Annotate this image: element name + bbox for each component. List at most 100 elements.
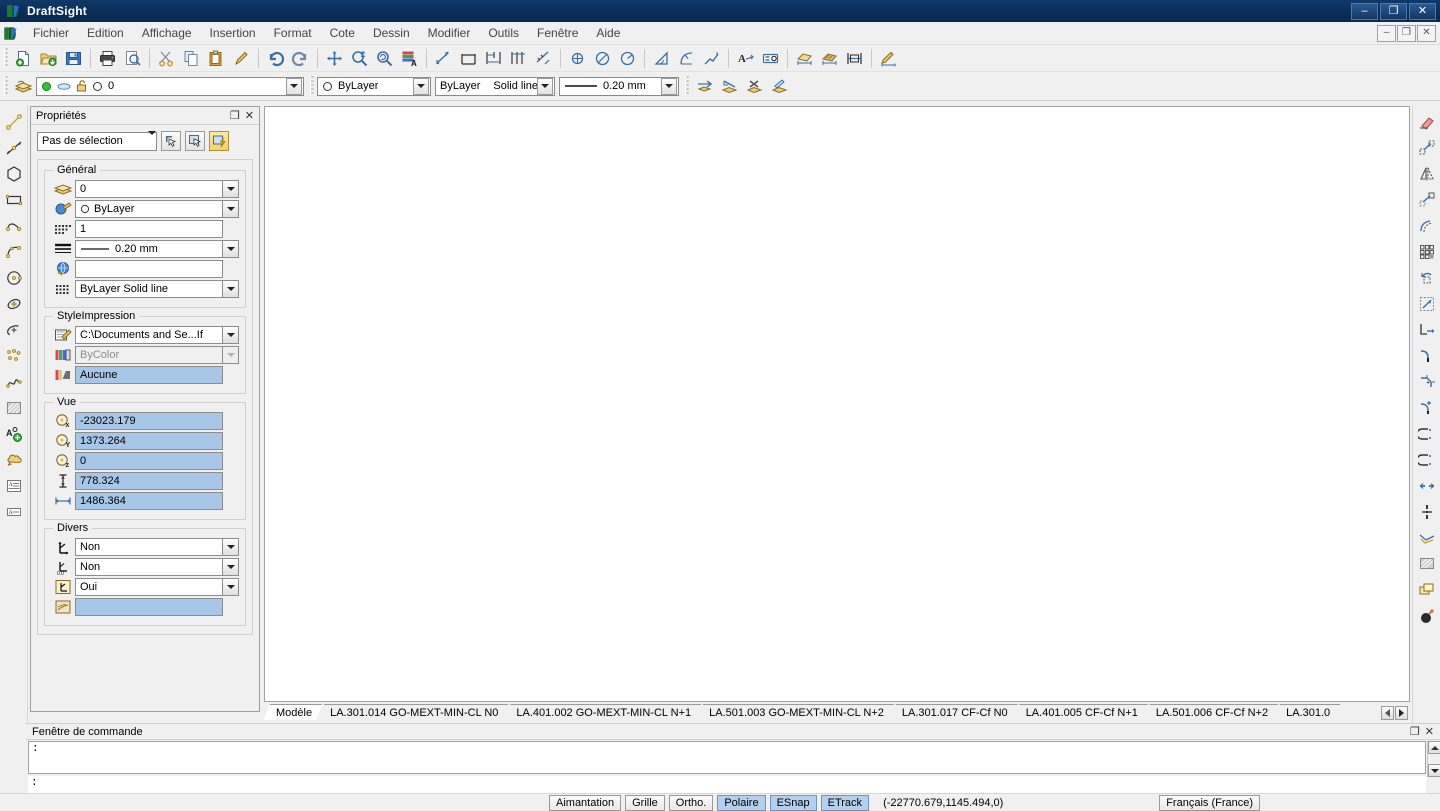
arc-icon[interactable]	[2, 239, 26, 265]
toolbar-grip[interactable]	[685, 76, 689, 96]
dimension-leader-icon[interactable]	[699, 47, 724, 70]
property-visual-style-value[interactable]	[75, 598, 223, 616]
quick-select-icon[interactable]	[161, 131, 181, 151]
ellipse-arc-icon[interactable]	[2, 317, 26, 343]
explode-icon[interactable]	[1415, 499, 1439, 525]
window-close-button[interactable]: ✕	[1409, 2, 1436, 20]
chamfer-icon[interactable]	[1415, 369, 1439, 395]
sheet-tab-2[interactable]: LA.401.002 GO-MEXT-MIN-CL N+1	[504, 704, 701, 720]
property-view-height[interactable]: 778.324	[51, 471, 239, 491]
cloud-revision-icon[interactable]	[2, 447, 26, 473]
layer-edit-icon[interactable]	[767, 75, 792, 98]
dimension-aligned-icon[interactable]	[531, 47, 556, 70]
dimension-style-icon[interactable]	[758, 47, 783, 70]
copy-icon[interactable]	[179, 47, 204, 70]
zoom-window-icon[interactable]	[347, 47, 372, 70]
paste-icon[interactable]	[204, 47, 229, 70]
dimension-continue-icon[interactable]	[506, 47, 531, 70]
toolbar-grip[interactable]	[4, 48, 8, 68]
purge-bomb-icon[interactable]	[1415, 603, 1439, 629]
pattern-array-icon[interactable]	[1415, 239, 1439, 265]
property-view-width[interactable]: 1486.364	[51, 491, 239, 511]
selection-combo-arrow[interactable]	[148, 131, 156, 147]
toolbar-grip[interactable]	[310, 76, 314, 96]
command-window-restore-button[interactable]: ❐	[1410, 725, 1420, 738]
edit-block-icon[interactable]	[1415, 551, 1439, 577]
sheet-tab-6[interactable]: LA.501.006 CF-Cf N+2	[1144, 704, 1278, 720]
property-ccs-display-dropdown[interactable]	[223, 578, 239, 596]
edit-polyline-icon[interactable]	[1415, 577, 1439, 603]
split-at-point-icon[interactable]	[1415, 473, 1439, 499]
sheet-tab-3[interactable]: LA.501.003 GO-MEXT-MIN-CL N+2	[697, 704, 894, 720]
lineweight-combo-arrow[interactable]	[661, 77, 677, 95]
property-ccs-origin[interactable]: 0,0 Non	[51, 557, 239, 577]
property-linestyle-dropdown[interactable]	[223, 280, 239, 298]
print-icon[interactable]	[95, 47, 120, 70]
move-icon[interactable]	[1415, 187, 1439, 213]
toolbar-grip[interactable]	[4, 76, 8, 96]
property-linestyle-value[interactable]: ByLayer Solid line	[75, 280, 223, 298]
dimension-horizontal-icon[interactable]	[456, 47, 481, 70]
infinite-line-icon[interactable]	[2, 135, 26, 161]
toggle-value-icon[interactable]	[209, 131, 229, 151]
property-ccs-origin-dropdown[interactable]	[223, 558, 239, 576]
line-icon[interactable]	[2, 109, 26, 135]
sheet-tabs-scroll-next-button[interactable]	[1395, 706, 1408, 720]
dimension-spacing-icon[interactable]	[842, 47, 867, 70]
circle-icon[interactable]	[2, 265, 26, 291]
scale-icon[interactable]	[1415, 291, 1439, 317]
color-combo-arrow[interactable]	[413, 77, 429, 95]
stretch-icon[interactable]	[1415, 317, 1439, 343]
property-linestyle-scale-value[interactable]: 1	[75, 220, 223, 238]
mirror-icon[interactable]	[1415, 161, 1439, 187]
polyline-icon[interactable]	[2, 213, 26, 239]
zoom-previous-icon[interactable]	[372, 47, 397, 70]
property-hyperlink[interactable]	[51, 259, 239, 279]
linestyle-combo-arrow[interactable]	[537, 77, 553, 95]
properties-close-button[interactable]: ✕	[245, 109, 254, 122]
select-all-icon[interactable]	[185, 131, 205, 151]
property-linestyle[interactable]: ByLayer Solid line	[51, 279, 239, 299]
property-layer-dropdown[interactable]	[223, 180, 239, 198]
print-preview-icon[interactable]	[120, 47, 145, 70]
undo-icon[interactable]	[263, 47, 288, 70]
layer-delete-icon[interactable]	[742, 75, 767, 98]
menu-fichier[interactable]: Fichier	[24, 23, 78, 43]
property-view-width-value[interactable]: 1486.364	[75, 492, 223, 510]
text-annotation-icon[interactable]: A	[733, 47, 758, 70]
menu-dessin[interactable]: Dessin	[364, 23, 419, 43]
save-icon[interactable]	[61, 47, 86, 70]
property-lineweight-dropdown[interactable]	[223, 240, 239, 258]
ellipse-icon[interactable]	[2, 291, 26, 317]
rotate-icon[interactable]	[1415, 265, 1439, 291]
copy-entity-icon[interactable]	[1415, 135, 1439, 161]
property-lineweight-value-area[interactable]: 0.20 mm	[75, 240, 223, 258]
pan-icon[interactable]	[322, 47, 347, 70]
sheet-tab-modele[interactable]: Modèle	[264, 704, 322, 720]
layer-state-icon[interactable]	[717, 75, 742, 98]
property-color-dropdown[interactable]	[223, 200, 239, 218]
offset-icon[interactable]	[1415, 213, 1439, 239]
dimension-linear-smart-icon[interactable]	[431, 47, 456, 70]
menu-cote[interactable]: Cote	[321, 23, 364, 43]
open-folder-icon[interactable]	[36, 47, 61, 70]
color-combo[interactable]: ByLayer	[317, 76, 431, 96]
dimension-edit-icon[interactable]	[876, 47, 901, 70]
command-input[interactable]: :	[28, 776, 1426, 794]
command-scroll-down-button[interactable]	[1428, 764, 1440, 777]
dimension-radius-icon[interactable]	[615, 47, 640, 70]
property-print-style-table-value[interactable]: C:\Documents and Se...If	[75, 326, 223, 344]
property-view-center-y-value[interactable]: 1373.264	[75, 432, 223, 450]
point-cloud-icon[interactable]	[2, 343, 26, 369]
format-painter-icon[interactable]	[229, 47, 254, 70]
layer-previous-icon[interactable]	[692, 75, 717, 98]
polygon-icon[interactable]	[2, 161, 26, 187]
dimension-angular-icon[interactable]	[649, 47, 674, 70]
property-view-height-value[interactable]: 778.324	[75, 472, 223, 490]
dimension-diameter-icon[interactable]	[590, 47, 615, 70]
property-color[interactable]: ByLayer	[51, 199, 239, 219]
property-ccs-value[interactable]: Non	[75, 538, 223, 556]
trim-icon[interactable]	[1415, 395, 1439, 421]
layer-manager-icon[interactable]	[11, 75, 36, 98]
status-toggle-grid[interactable]: Grille	[625, 794, 665, 811]
